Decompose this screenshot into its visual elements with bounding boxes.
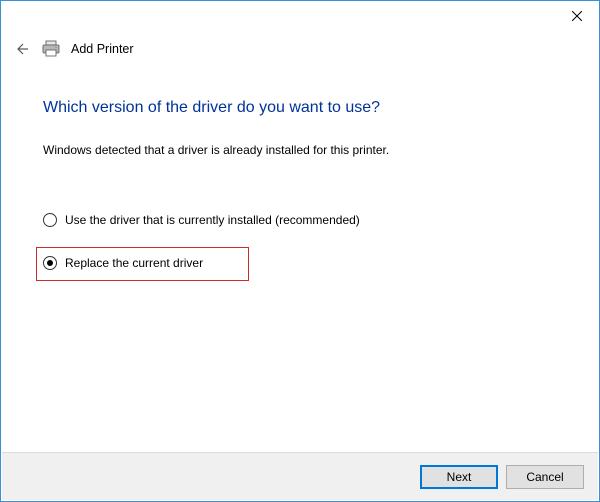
titlebar [1,1,599,35]
window-title: Add Printer [71,42,134,56]
back-arrow-icon [13,41,29,57]
footer: Next Cancel [2,452,598,500]
radio-dot-icon [47,260,53,266]
page-heading: Which version of the driver do you want … [43,99,557,117]
cancel-button[interactable]: Cancel [506,465,584,489]
header-row: Add Printer [1,35,599,59]
radio-replace[interactable]: Replace the current driver [43,256,242,270]
close-icon [572,11,582,21]
radio-use-current[interactable]: Use the driver that is currently install… [43,211,557,229]
close-button[interactable] [555,1,599,31]
radio-label: Replace the current driver [65,256,203,270]
content-area: Which version of the driver do you want … [1,59,599,281]
page-subtext: Windows detected that a driver is alread… [43,143,557,157]
next-button[interactable]: Next [420,465,498,489]
radio-icon [43,256,57,270]
driver-option-group: Use the driver that is currently install… [43,211,557,281]
radio-label: Use the driver that is currently install… [65,213,360,227]
radio-icon [43,213,57,227]
highlight-box: Replace the current driver [36,247,249,281]
back-button[interactable] [11,39,31,59]
printer-icon [41,40,61,58]
